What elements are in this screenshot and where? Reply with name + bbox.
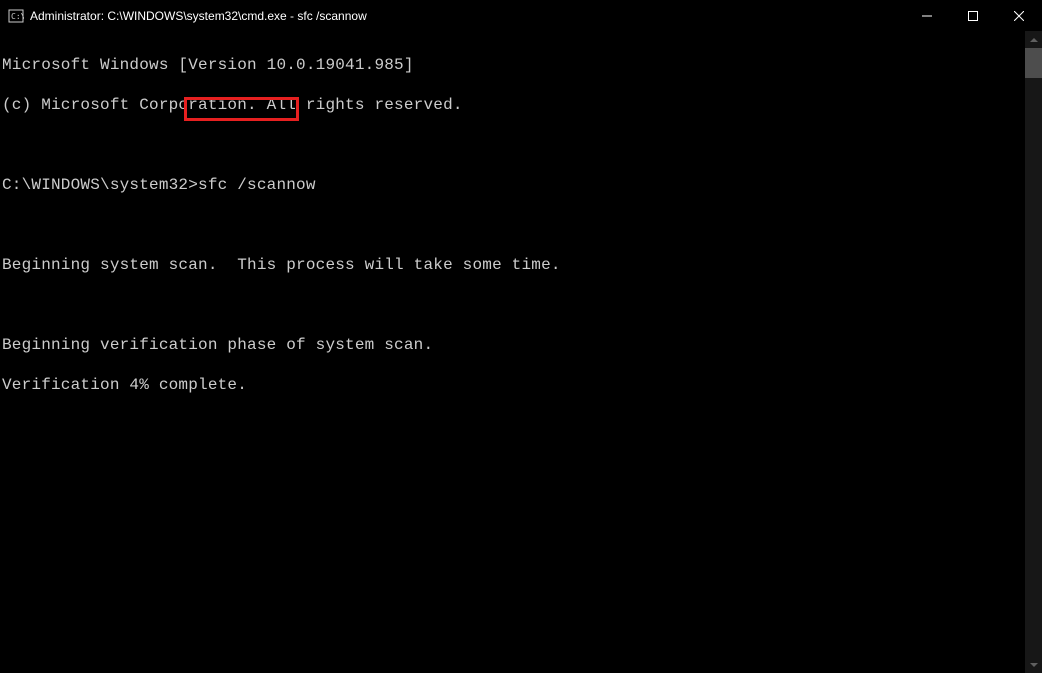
svg-text:C:\: C:\ bbox=[11, 12, 24, 21]
console-line: Beginning verification phase of system s… bbox=[2, 335, 1023, 355]
maximize-button[interactable] bbox=[950, 0, 996, 31]
console-line: (c) Microsoft Corporation. All rights re… bbox=[2, 95, 1023, 115]
scrollbar-thumb[interactable] bbox=[1025, 48, 1042, 78]
window-title: Administrator: C:\WINDOWS\system32\cmd.e… bbox=[30, 9, 904, 23]
window-controls bbox=[904, 0, 1042, 31]
titlebar[interactable]: C:\ Administrator: C:\WINDOWS\system32\c… bbox=[0, 0, 1042, 31]
console-line: Microsoft Windows [Version 10.0.19041.98… bbox=[2, 55, 1023, 75]
console-line: Beginning system scan. This process will… bbox=[2, 255, 1023, 275]
console-prompt-line: C:\WINDOWS\system32>sfc /scannow bbox=[2, 175, 1023, 195]
prompt: C:\WINDOWS\system32> bbox=[2, 176, 198, 194]
cmd-window: C:\ Administrator: C:\WINDOWS\system32\c… bbox=[0, 0, 1042, 673]
minimize-button[interactable] bbox=[904, 0, 950, 31]
scrollbar-track[interactable] bbox=[1025, 48, 1042, 656]
scroll-up-button[interactable] bbox=[1025, 31, 1042, 48]
console-blank bbox=[2, 295, 1023, 315]
console-blank bbox=[2, 215, 1023, 235]
console-blank bbox=[2, 135, 1023, 155]
content-area: Microsoft Windows [Version 10.0.19041.98… bbox=[0, 31, 1042, 673]
vertical-scrollbar[interactable] bbox=[1025, 31, 1042, 673]
close-button[interactable] bbox=[996, 0, 1042, 31]
cmd-icon: C:\ bbox=[8, 8, 24, 24]
console-output[interactable]: Microsoft Windows [Version 10.0.19041.98… bbox=[0, 31, 1025, 673]
console-line: Verification 4% complete. bbox=[2, 375, 1023, 395]
typed-command: sfc /scannow bbox=[198, 176, 316, 194]
scroll-down-button[interactable] bbox=[1025, 656, 1042, 673]
